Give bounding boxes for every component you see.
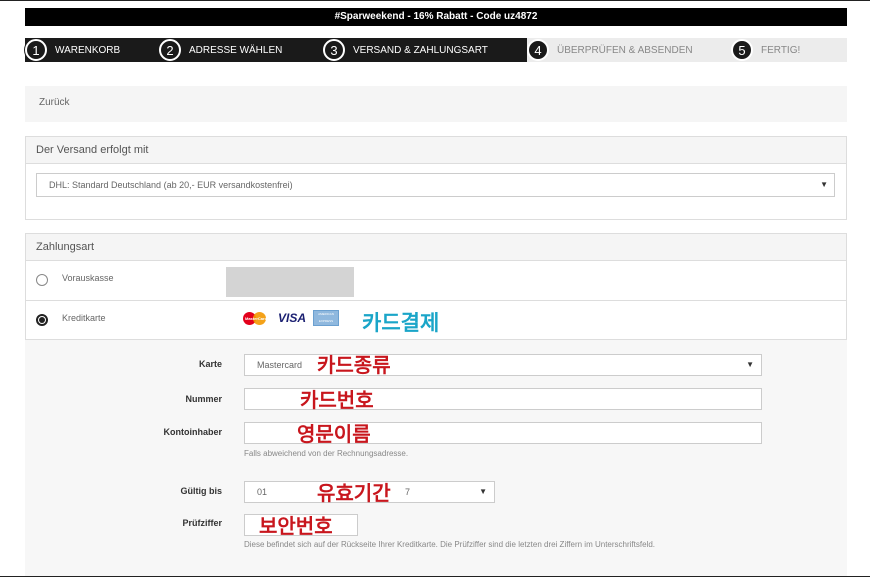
shipping-title: Der Versand erfolgt mit: [26, 137, 846, 164]
step-label: VERSAND & ZAHLUNGSART: [353, 44, 488, 56]
amex-logo-icon: AMERICAN EXPRESS: [313, 310, 339, 326]
mastercard-logo-icon: MasterCard: [243, 311, 267, 326]
step-shipping-payment[interactable]: 3 VERSAND & ZAHLUNGSART: [323, 38, 529, 62]
step-done: 5 FERTIG!: [731, 38, 847, 62]
security-code-label: Prüfziffer: [182, 518, 222, 528]
step-review: 4 ÜBERPRÜFEN & ABSENDEN: [527, 38, 733, 62]
step-number: 3: [323, 39, 345, 61]
step-label: ÜBERPRÜFEN & ABSENDEN: [557, 44, 693, 56]
security-code-help: Diese befindet sich auf der Rückseite Ih…: [244, 540, 655, 549]
step-number: 5: [731, 39, 753, 61]
shipping-panel: Der Versand erfolgt mit DHL: Standard De…: [25, 136, 847, 220]
shipping-selected-value: DHL: Standard Deutschland (ab 20,- EUR v…: [49, 180, 293, 190]
payment-option-prepayment[interactable]: Vorauskasse: [26, 261, 846, 301]
payment-panel: Zahlungsart Vorauskasse Kreditkarte Mast…: [25, 233, 847, 340]
chevron-down-icon: ▼: [746, 360, 754, 369]
promo-text: #Sparweekend - 16% Rabatt - Code uz4872: [334, 11, 538, 22]
annotation-security-code: 보안번호: [259, 514, 333, 538]
card-type-value: Mastercard: [257, 360, 303, 370]
valid-year-value: 7: [405, 487, 411, 497]
card-number-label: Nummer: [185, 394, 222, 404]
annotation-english-name: 영문이름: [297, 422, 371, 446]
checkout-steps: 1 WARENKORB 2 ADRESSE WÄHLEN 3 VERSAND &…: [25, 38, 847, 62]
credit-card-form: Karte Mastercard ▼ 카드종류 Nummer 카드번호 Kont…: [25, 340, 847, 576]
step-number: 2: [159, 39, 181, 61]
annotation-card-type: 카드종류: [317, 353, 391, 377]
card-holder-help: Falls abweichend von der Rechnungsadress…: [244, 449, 409, 458]
card-type-label: Karte: [198, 359, 222, 369]
card-holder-label: Kontoinhaber: [163, 427, 223, 437]
back-link[interactable]: Zurück: [25, 86, 847, 122]
step-label: ADRESSE WÄHLEN: [189, 44, 283, 56]
step-label: FERTIG!: [761, 44, 801, 56]
annotation-expiry: 유효기간: [317, 481, 391, 505]
step-number: 4: [527, 39, 549, 61]
back-label: Zurück: [39, 97, 70, 108]
chevron-down-icon: ▼: [479, 487, 487, 496]
valid-month-value: 01: [257, 487, 268, 497]
payment-option-creditcard[interactable]: Kreditkarte MasterCard VISA AMERICAN EXP…: [26, 301, 846, 340]
annotation-card-number: 카드번호: [300, 388, 374, 412]
payment-option-label: Vorauskasse: [62, 273, 114, 283]
step-label: WARENKORB: [55, 44, 121, 56]
radio-prepayment[interactable]: [36, 274, 48, 286]
payment-title: Zahlungsart: [26, 234, 846, 261]
radio-creditcard[interactable]: [36, 314, 48, 326]
annotation-card-payment: 카드결제: [362, 311, 440, 335]
payment-option-label: Kreditkarte: [62, 313, 106, 323]
visa-logo-icon: VISA: [278, 311, 307, 325]
chevron-down-icon: ▼: [820, 180, 828, 189]
redacted-block: [226, 267, 354, 297]
promo-banner: #Sparweekend - 16% Rabatt - Code uz4872: [25, 8, 847, 26]
valid-until-label: Gültig bis: [180, 486, 223, 496]
shipping-select[interactable]: DHL: Standard Deutschland (ab 20,- EUR v…: [36, 173, 835, 197]
step-number: 1: [25, 39, 47, 61]
step-address[interactable]: 2 ADRESSE WÄHLEN: [159, 38, 327, 62]
step-cart[interactable]: 1 WARENKORB: [25, 38, 163, 62]
